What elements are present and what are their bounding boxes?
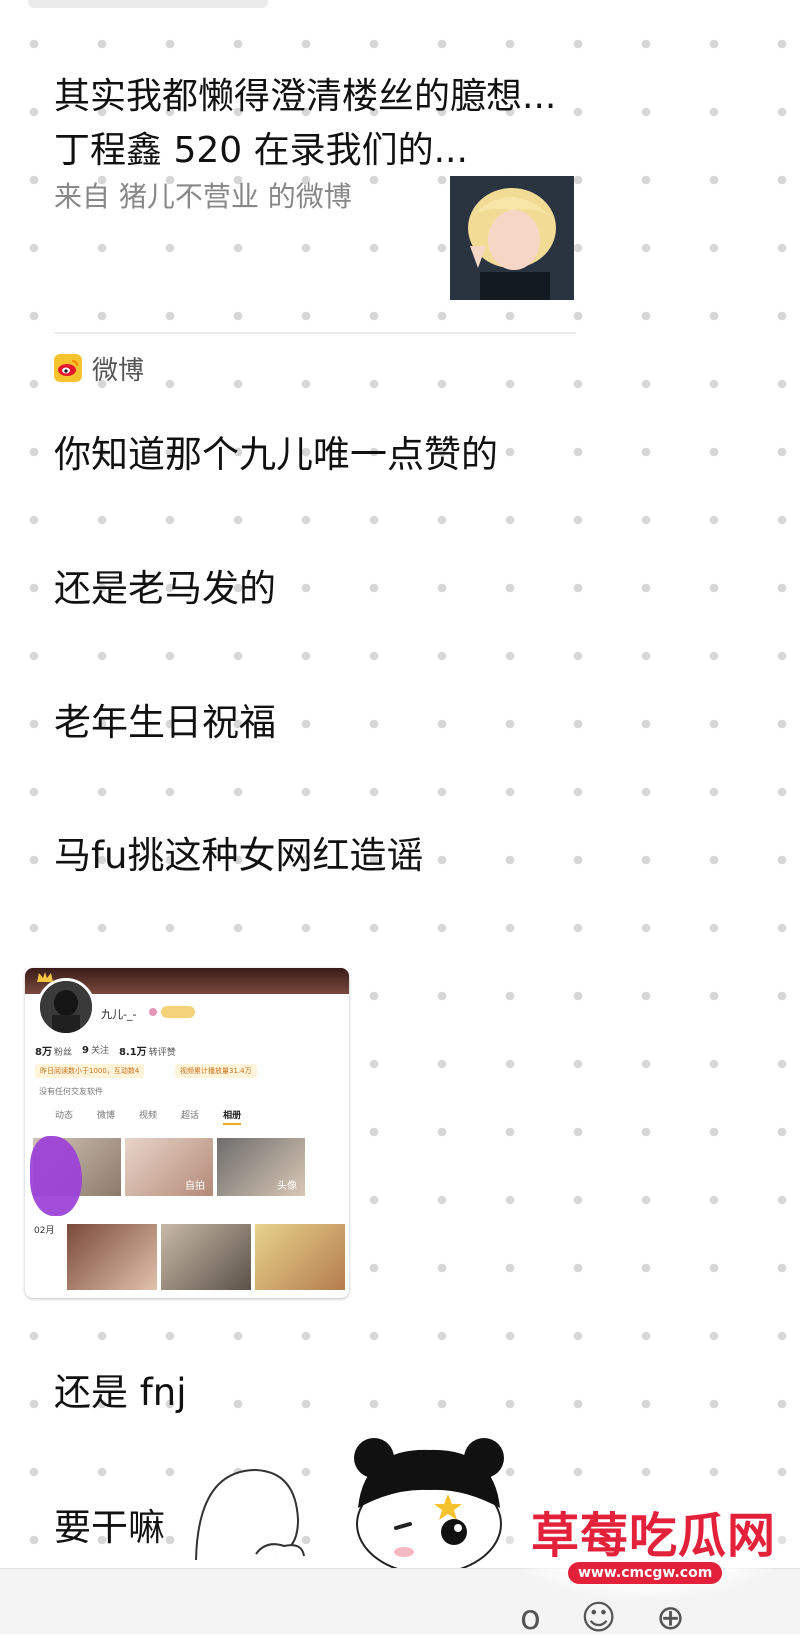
avatar (37, 978, 95, 1036)
profile-note: 没有任何交友软件 (39, 1087, 103, 1096)
vip-badge (161, 1006, 195, 1018)
photo-thumb: 头像 (217, 1138, 305, 1196)
stat-fans: 8万 粉丝 (35, 1047, 72, 1058)
message-6: 要干嘛 (54, 1506, 165, 1549)
message-1: 你知道那个九儿唯一点赞的 (54, 433, 498, 476)
verified-dot (149, 1008, 157, 1016)
crown-icon (37, 972, 53, 982)
watermark: 草莓吃瓜网 www.cmcgw.com (506, 1478, 788, 1598)
message-5: 还是 fnj (54, 1371, 187, 1414)
card-app-line: 微博 (54, 340, 144, 396)
card-divider (54, 332, 576, 334)
photo-thumb (161, 1224, 251, 1290)
message-2: 还是老马发的 (54, 567, 276, 610)
watermark-text: 草莓吃瓜网 (531, 1508, 777, 1564)
panda-sticker (354, 1438, 504, 1575)
add-icon[interactable]: ⊕ (656, 1598, 725, 1638)
profile-tag-1: 昨日阅读数小于1000，互动数4 (35, 1064, 145, 1078)
photo-thumb (255, 1224, 345, 1290)
shared-card-title: 其实我都懒得澄清楼丝的臆想...丁程鑫 520 在录我们的... (54, 76, 557, 171)
top-scroll-edge (28, 0, 268, 8)
cloud-sticker (195, 1468, 305, 1560)
photo-thumb: 自拍 (125, 1138, 213, 1196)
photo-row-2 (67, 1224, 345, 1290)
message-4: 马fu挑这种女网红造谣 (54, 834, 424, 877)
weibo-icon (54, 354, 82, 382)
stat-following: 9 关注 (81, 1045, 109, 1056)
embedded-profile-screenshot[interactable]: 九儿-_- 8万 粉丝 9 关注 8.1万 转评赞 昨日阅读数小于1000，互动数4 … (25, 968, 349, 1298)
photo-label-avatar: 头像 (277, 1181, 297, 1192)
profile-stats: 8万 粉丝 9 关注 8.1万 转评赞 (35, 1043, 176, 1058)
tab-album[interactable]: 相册 (223, 1108, 242, 1125)
shared-card-source: 来自 猪儿不营业 的微博 (54, 180, 352, 213)
input-toolbar-icons[interactable]: o☺⊕ (520, 1598, 725, 1638)
app-name: 微博 (92, 355, 145, 386)
watermark-url: www.cmcgw.com (568, 1562, 723, 1584)
album-month: 02月 (34, 1226, 55, 1236)
photo-thumb (67, 1224, 157, 1290)
shared-weibo-card[interactable]: 其实我都懒得澄清楼丝的臆想...丁程鑫 520 在录我们的... 来自 猪儿不营… (0, 40, 580, 440)
tab-weibo[interactable]: 微博 (97, 1108, 115, 1125)
profile-name: 九儿-_- (101, 1008, 137, 1021)
tab-supertopic[interactable]: 超话 (181, 1108, 199, 1125)
photo-label-selfie: 自拍 (185, 1181, 205, 1192)
shared-card-thumbnail (450, 176, 574, 300)
message-3: 老年生日祝福 (54, 701, 276, 744)
mic-icon[interactable]: o (520, 1598, 581, 1638)
tab-video[interactable]: 视频 (139, 1108, 157, 1125)
tab-dynamic[interactable]: 动态 (55, 1108, 73, 1125)
stat-interactions: 8.1万 转评赞 (118, 1047, 176, 1058)
emoji-icon[interactable]: ☺ (581, 1598, 656, 1638)
profile-tag-2: 视频累计播放量31.4万 (175, 1064, 257, 1078)
profile-tabs: 动态 微博 视频 超话 相册 (55, 1108, 242, 1125)
